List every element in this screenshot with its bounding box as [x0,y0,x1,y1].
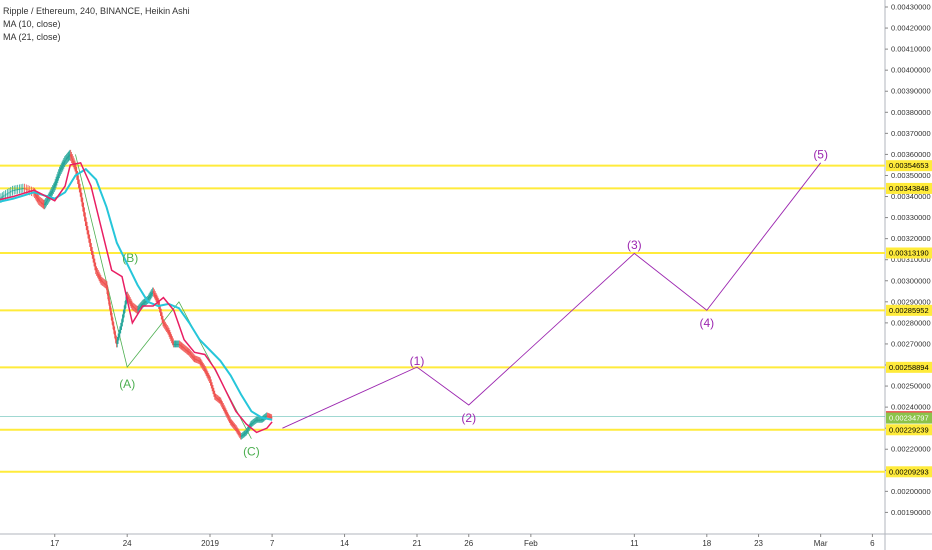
y-tick-label: 0.00320000 [891,234,931,243]
x-tick-label: 18 [702,539,711,548]
x-tick-label: Feb [524,539,538,548]
candle-body [270,417,273,419]
abc-label: (B) [122,251,138,265]
price-chart[interactable]: 0.001900000.002000000.002100000.00220000… [0,0,932,550]
candle-body [8,192,10,194]
abc-label: (C) [243,445,260,459]
candle-body [22,188,24,190]
chart-root: 0.001900000.002000000.002100000.00220000… [0,0,932,550]
y-tick-label: 0.00190000 [891,508,931,517]
chart-legend: Ripple / Ethereum, 240, BINANCE, Heikin … [3,5,190,44]
level-tag-label: 0.00313190 [889,248,929,257]
candle-body [18,188,21,190]
x-tick-label: 14 [340,539,349,548]
wave-label: (5) [813,148,828,162]
x-tick-label: 24 [123,539,132,548]
legend-ma10: MA (10, close) [3,19,61,29]
y-tick-label: 0.00300000 [891,276,931,285]
candle-body [20,188,22,190]
x-tick-label: 23 [754,539,763,548]
x-tick-label: 21 [413,539,422,548]
x-tick-label: 7 [270,539,275,548]
x-tick-label: Mar [814,539,828,548]
y-tick-label: 0.00250000 [891,382,931,391]
y-tick-label: 0.00200000 [891,487,931,496]
y-tick-label: 0.00360000 [891,150,931,159]
y-tick-label: 0.00370000 [891,129,931,138]
x-tick-label: 6 [870,539,875,548]
level-tag-label: 0.00343848 [889,184,929,193]
x-tick-label: 17 [50,539,59,548]
candle-body [23,188,26,190]
legend-title: Ripple / Ethereum, 240, BINANCE, Heikin … [3,6,190,16]
ma-tag-label: 0.00234797 [889,414,929,423]
candle-body [27,189,29,191]
y-tick-label: 0.00380000 [891,108,931,117]
level-tag-label: 0.00285952 [889,306,929,315]
y-tick-label: 0.00350000 [891,171,931,180]
candle-body [16,189,19,191]
candle-body [3,195,5,197]
y-tick-label: 0.00330000 [891,213,931,222]
y-tick-label: 0.00240000 [891,403,931,412]
y-tick-label: 0.00430000 [891,3,931,12]
y-tick-label: 0.00280000 [891,318,931,327]
candle-body [13,189,16,191]
y-tick-label: 0.00220000 [891,445,931,454]
y-tick-label: 0.00390000 [891,87,931,96]
candle-body [6,193,9,195]
y-tick-label: 0.00270000 [891,339,931,348]
wave-label: (1) [410,354,425,368]
wave-label: (2) [461,411,476,425]
level-tag-label: 0.00209293 [889,467,929,476]
y-tick-label: 0.00400000 [891,66,931,75]
x-tick-label: 2019 [201,539,219,548]
level-tag-label: 0.00258894 [889,363,929,372]
candle-body [1,196,4,198]
plot-area [0,0,885,534]
candle-body [25,188,28,190]
x-tick-label: 11 [630,539,639,548]
legend-ma21: MA (21, close) [3,32,61,42]
candle-body [11,190,14,192]
level-tag-label: 0.00229239 [889,425,929,434]
level-tag-label: 0.00354653 [889,161,929,170]
y-tick-label: 0.00420000 [891,24,931,33]
wave-label: (3) [627,238,642,252]
wave-label: (4) [699,316,714,330]
x-tick-label: 26 [464,539,473,548]
abc-label: (A) [119,377,135,391]
candle-body [15,189,17,191]
candle-body [9,191,12,193]
candle-body [4,194,7,196]
y-tick-label: 0.00410000 [891,45,931,54]
